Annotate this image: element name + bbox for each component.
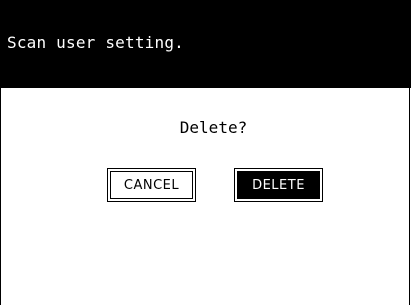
delete-button[interactable]: DELETE: [234, 168, 323, 202]
title-bar: Scan user setting.: [1, 0, 411, 88]
screen: Scan user setting. Delete? CANCEL DELETE: [0, 0, 411, 305]
delete-button-label: DELETE: [252, 177, 305, 193]
cancel-button-label: CANCEL: [123, 177, 180, 193]
page-title: Scan user setting.: [7, 33, 184, 52]
delete-prompt: Delete?: [179, 118, 248, 137]
cancel-button[interactable]: CANCEL: [107, 168, 196, 202]
